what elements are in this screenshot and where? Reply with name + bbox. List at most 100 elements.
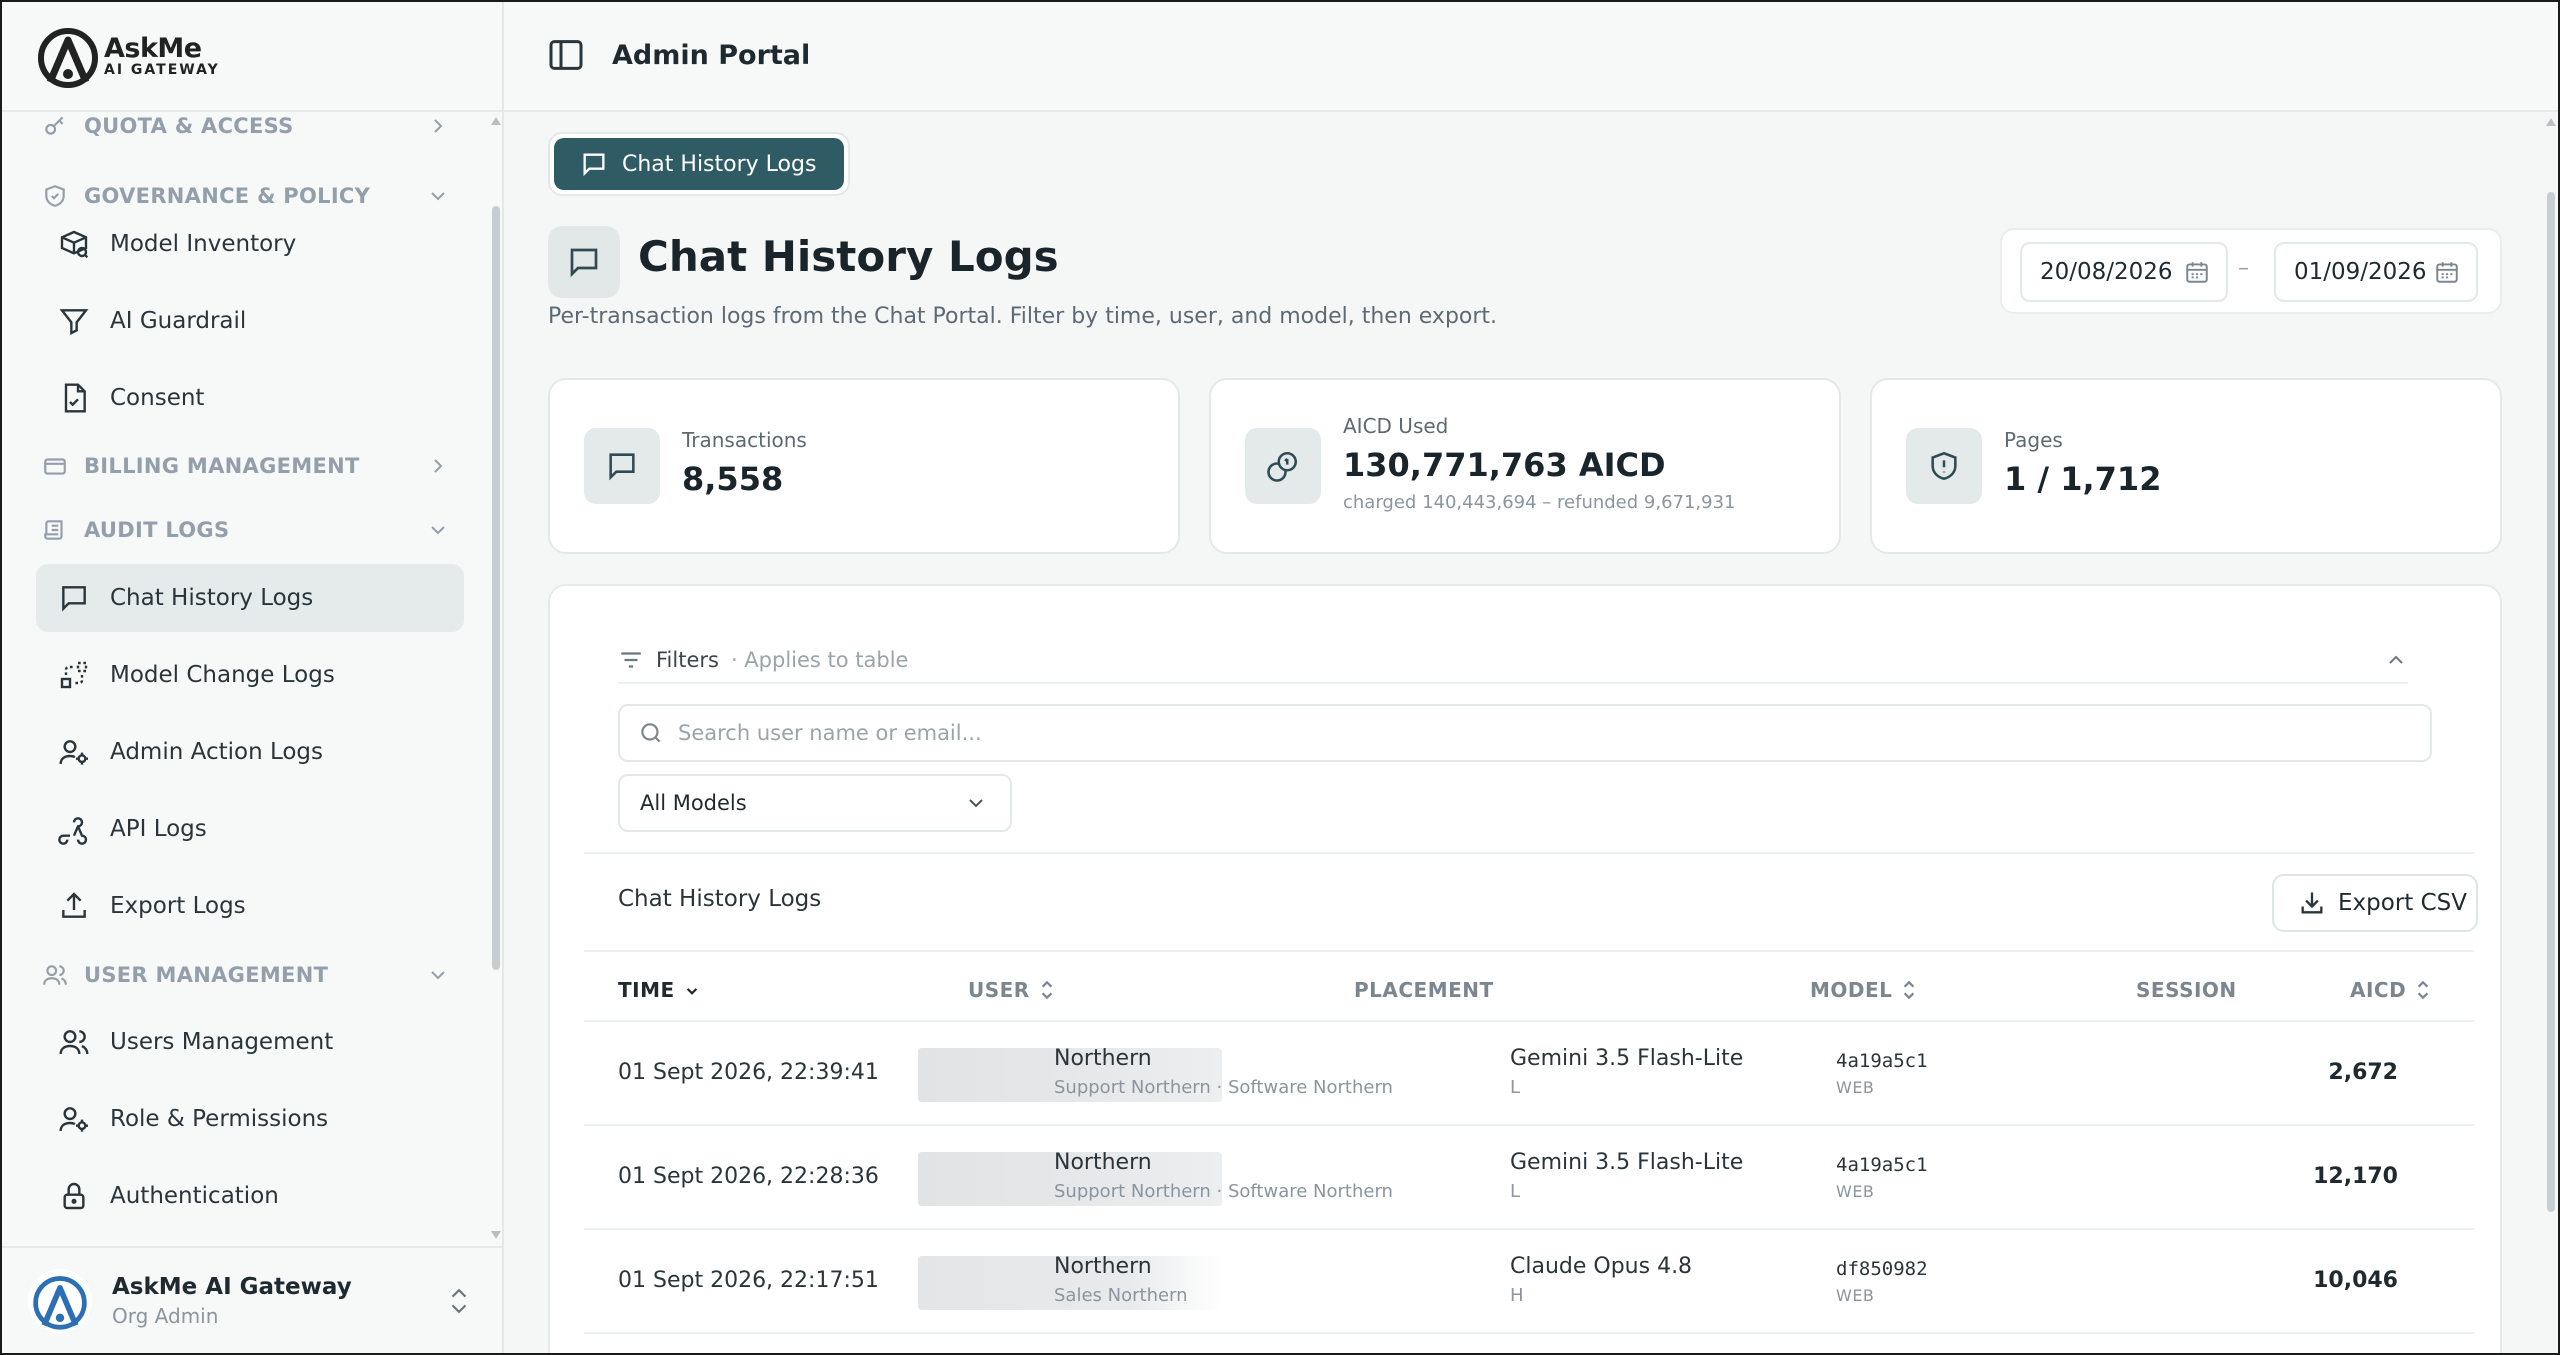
sidebar-section-label: QUOTA & ACCESS — [84, 114, 294, 138]
date-to-value: 01/09/2026 — [2294, 259, 2427, 285]
scroll-down-icon[interactable] — [491, 1231, 501, 1239]
lock-icon — [56, 1178, 92, 1214]
search-icon — [641, 723, 661, 743]
cell-session: 4a19a5c1 WEB — [1836, 1154, 1928, 1201]
scroll-up-icon[interactable] — [2546, 118, 2556, 126]
stat-value: 1 / 1,712 — [2004, 460, 2162, 498]
sidebar-section-user-management[interactable]: USER MANAGEMENT — [40, 955, 450, 995]
session-channel: WEB — [1836, 1286, 1875, 1305]
main-content: Chat History Logs Chat History Logs Per-… — [504, 112, 2544, 1355]
tab-label: Chat History Logs — [622, 151, 817, 177]
filters-header[interactable]: Filters · Applies to table — [618, 638, 2408, 682]
column-header-model[interactable]: MODEL — [1810, 970, 1918, 1010]
sidebar-item-users-management[interactable]: Users Management — [36, 1008, 464, 1076]
sidebar-item-consent[interactable]: Consent — [36, 364, 464, 432]
users-icon — [40, 960, 70, 990]
placement-detail: Sales Northern — [1054, 1285, 1188, 1306]
sidebar-scroll-thumb[interactable] — [492, 206, 500, 970]
sidebar-item-export-logs[interactable]: Export Logs — [36, 872, 464, 940]
stat-value: 130,771,763 AICD — [1343, 446, 1666, 484]
session-id: df850982 — [1836, 1258, 1928, 1280]
users-icon — [56, 1024, 92, 1060]
cell-time: 01 Sept 2026, 22:17:51 — [618, 1268, 879, 1293]
sidebar-item-label: Users Management — [110, 1029, 334, 1055]
sidebar-scrollbar[interactable] — [490, 112, 502, 1244]
document-check-icon — [56, 380, 92, 416]
sidebar-item-label: Admin Action Logs — [110, 739, 324, 765]
placement-name: Northern — [1054, 1150, 1152, 1175]
chevrons-up-down-icon — [451, 1288, 467, 1313]
export-csv-button[interactable]: Export CSV — [2272, 874, 2478, 932]
account-switcher[interactable]: AskMe AI Gateway Org Admin — [0, 1246, 502, 1353]
session-id: 4a19a5c1 — [1836, 1050, 1928, 1072]
main-scrollbar[interactable] — [2544, 112, 2558, 1355]
placement-detail: Support Northern · Software Northern — [1054, 1077, 1393, 1098]
export-label: Export CSV — [2338, 890, 2467, 916]
sidebar-item-label: Consent — [110, 385, 205, 411]
credit-card-icon — [40, 451, 70, 481]
page-title: Chat History Logs — [638, 232, 1059, 281]
tab-chat-history-logs[interactable]: Chat History Logs — [554, 138, 845, 190]
sidebar-item-api-logs[interactable]: API Logs — [36, 795, 464, 863]
column-label: PLACEMENT — [1354, 978, 1494, 1002]
table-row[interactable]: 01 Sept 2026, 22:28:36 Northern Support … — [584, 1126, 2474, 1230]
column-header-aicd[interactable]: AICD — [2350, 970, 2432, 1010]
stat-note: charged 140,443,694 – refunded 9,671,931 — [1343, 492, 1736, 513]
sidebar-section-billing[interactable]: BILLING MANAGEMENT — [40, 446, 450, 486]
sidebar-item-label: Export Logs — [110, 893, 246, 919]
table-row[interactable]: 01 Sept 2026, 22:17:51 Northern Sales No… — [584, 1230, 2474, 1334]
search-input[interactable] — [678, 721, 2378, 745]
table-row[interactable]: 01 Sept 2026, 22:39:41 Northern Support … — [584, 1022, 2474, 1126]
model-select-value: All Models — [640, 791, 747, 815]
chevron-down-icon — [969, 799, 983, 808]
filter-lines-icon — [621, 652, 641, 668]
sidebar-section-label: USER MANAGEMENT — [84, 963, 329, 987]
cell-model: Gemini 3.5 Flash-Lite L — [1510, 1046, 1743, 1098]
sort-icon — [1041, 980, 1052, 1000]
cell-model: Gemini 3.5 Flash-Lite L — [1510, 1150, 1743, 1202]
cell-placement: Northern Sales Northern — [1054, 1254, 1188, 1306]
brand-name: AskMe — [104, 33, 202, 64]
date-to-field[interactable]: 01/09/2026 — [2274, 242, 2478, 302]
column-header-placement: PLACEMENT — [1354, 970, 1494, 1010]
main-scroll-thumb[interactable] — [2547, 192, 2555, 1212]
model-select[interactable]: All Models — [618, 774, 1012, 832]
stat-icon — [1906, 428, 1982, 504]
shield-alert-icon — [1931, 451, 1957, 481]
cell-aicd: 2,672 — [2328, 1060, 2398, 1085]
sort-desc-icon — [686, 988, 697, 995]
message-square-icon — [56, 580, 92, 616]
sidebar-item-admin-action-logs[interactable]: Admin Action Logs — [36, 718, 464, 786]
sidebar-item-chat-history-logs[interactable]: Chat History Logs — [36, 564, 464, 632]
placement-detail: Support Northern · Software Northern — [1054, 1181, 1393, 1202]
sidebar-item-role-permissions[interactable]: Role & Permissions — [36, 1085, 464, 1153]
date-from-field[interactable]: 20/08/2026 — [2020, 242, 2228, 302]
column-header-time[interactable]: TIME — [618, 970, 701, 1010]
session-id: 4a19a5c1 — [1836, 1154, 1928, 1176]
tab-bar: Chat History Logs — [548, 132, 851, 196]
sidebar-section-audit-logs[interactable]: AUDIT LOGS — [40, 510, 450, 550]
sidebar-item-label: Authentication — [110, 1183, 279, 1209]
column-label: USER — [968, 978, 1030, 1002]
model-name: Gemini 3.5 Flash-Lite — [1510, 1046, 1744, 1071]
column-header-user[interactable]: USER — [968, 970, 1056, 1010]
sidebar-item-model-change-logs[interactable]: Model Change Logs — [36, 641, 464, 709]
chevron-up-icon[interactable] — [2384, 648, 2408, 672]
model-tier: L — [1510, 1077, 1521, 1098]
sidebar-item-ai-guardrail[interactable]: AI Guardrail — [36, 287, 464, 355]
app-title: Admin Portal — [612, 39, 811, 71]
user-cog-icon — [56, 734, 92, 770]
logs-panel: Filters · Applies to table All Models Ch… — [548, 584, 2502, 1355]
scroll-up-icon[interactable] — [491, 117, 501, 125]
chevron-down-icon — [431, 526, 445, 535]
model-name: Claude Opus 4.8 — [1510, 1254, 1693, 1279]
cell-time: 01 Sept 2026, 22:28:36 — [618, 1164, 879, 1189]
sidebar-toggle-icon[interactable] — [546, 35, 586, 75]
stat-card-aicd-used: AICD Used 130,771,763 AICD charged 140,4… — [1209, 378, 1841, 554]
sidebar-item-model-inventory[interactable]: Model Inventory — [36, 210, 464, 278]
webhook-icon — [56, 811, 92, 847]
sidebar: AskMe AI GATEWAY QUOTA & ACCESS GOVERNAN… — [0, 0, 504, 1355]
brand-logo[interactable]: AskMe AI GATEWAY — [36, 24, 220, 88]
sidebar-item-authentication[interactable]: Authentication — [36, 1162, 464, 1230]
sidebar-section-quota-access[interactable]: QUOTA & ACCESS — [40, 112, 450, 146]
